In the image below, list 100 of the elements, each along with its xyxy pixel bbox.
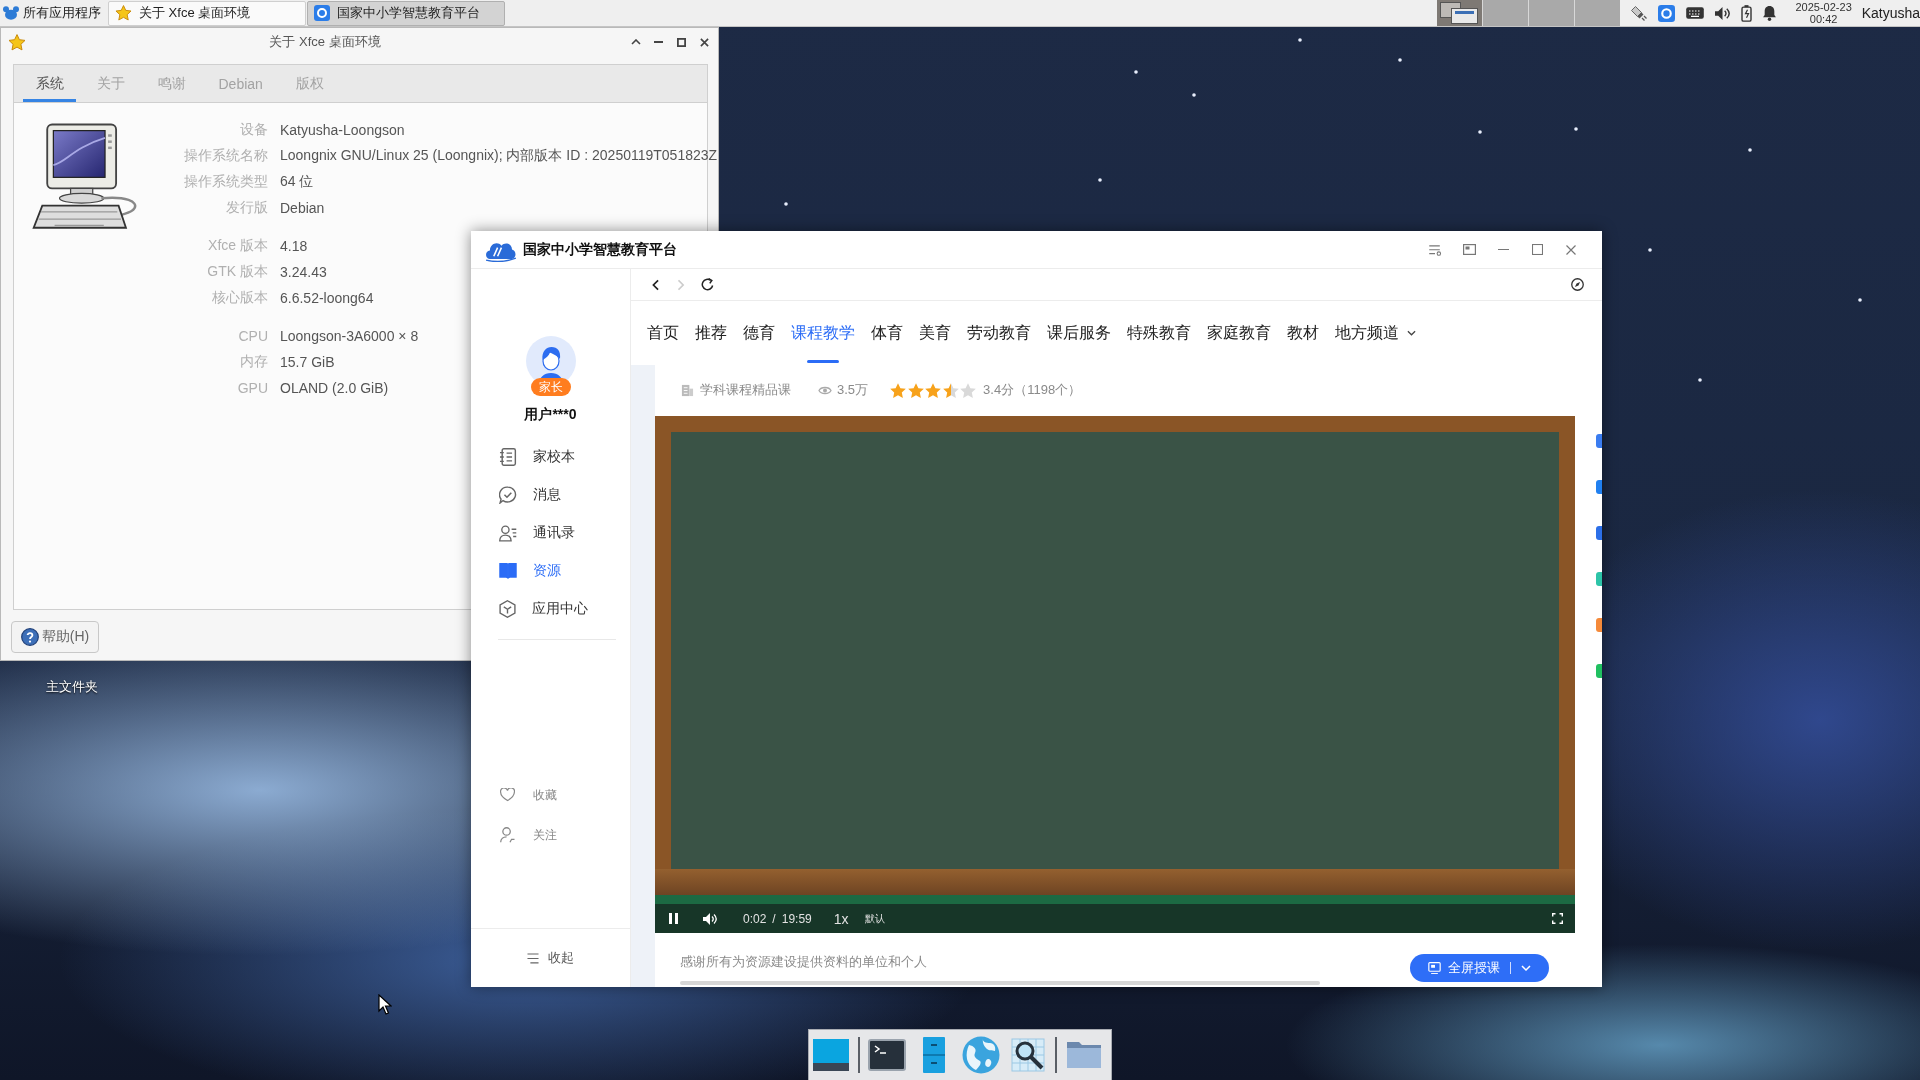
window-title: 关于 Xfce 桌面环境 [269, 33, 381, 51]
fullscreen-icon [1552, 913, 1563, 924]
mouse-pointer-icon [378, 994, 392, 1015]
sidebar-item[interactable]: 资源 [499, 552, 561, 590]
star-dot-icon [1574, 127, 1578, 131]
sidebar-item[interactable]: 家校本 [499, 438, 575, 476]
nav-tab[interactable]: 课后服务 [1047, 301, 1111, 365]
field-label: 内存 [240, 353, 268, 371]
tab[interactable]: 系统 [23, 65, 76, 102]
nav-tab[interactable]: 课程教学 [791, 301, 855, 365]
nav-tab[interactable]: 地方频道 [1335, 301, 1416, 365]
credit-text: 感谢所有为资源建设提供资料的单位和个人 [680, 953, 927, 971]
building-icon [681, 383, 694, 397]
keyboard-icon [1685, 7, 1704, 19]
course-category: 学科课程精品课 [700, 381, 791, 399]
fullscreen-teach-button[interactable]: 全屏授课 [1410, 954, 1549, 982]
applications-menu-button[interactable]: 所有应用程序 [0, 0, 105, 26]
heart-icon [500, 788, 515, 802]
desktop-item-label[interactable]: 主文件夹 [46, 679, 98, 695]
field-value: Katyusha-Loongson [280, 122, 405, 138]
nav-tab[interactable]: 教材 [1287, 301, 1319, 365]
sidebar-link[interactable]: 关注 [500, 815, 557, 855]
taskbar-button[interactable]: 国家中小学智慧教育平台 [307, 0, 505, 26]
current-time: 0:02 [743, 911, 767, 926]
field-label: GPU [237, 380, 268, 396]
launcher-button[interactable] [1008, 1035, 1048, 1075]
compass-icon [1570, 278, 1584, 291]
bell-icon [1762, 5, 1776, 21]
chat-check-icon [499, 486, 517, 504]
maximize-icon [677, 37, 686, 47]
workspace-button[interactable] [1436, 0, 1482, 26]
field-value: Loongnix GNU/Linux 25 (Loongnix); 内部版本 ID : 20250119T051823Z [280, 147, 718, 165]
nav-tab[interactable]: 特殊教育 [1127, 301, 1191, 365]
speaker-icon [703, 911, 717, 926]
field-value: OLAND (2.0 GiB) [280, 380, 389, 396]
nav-tab[interactable]: 德育 [743, 301, 775, 365]
duration: 19:59 [781, 911, 812, 926]
caret-down-icon [1407, 330, 1416, 336]
help-button[interactable]: 帮助(H) [11, 621, 99, 653]
star-icon [907, 382, 924, 398]
field-label: 操作系统名称 [184, 147, 268, 165]
star-dot-icon [1648, 248, 1652, 252]
sidebar-item[interactable]: 通讯录 [499, 514, 575, 552]
rating-text: 3.4分（1198个） [983, 381, 1082, 399]
sidebar-item[interactable]: 消息 [499, 476, 561, 514]
eye-icon [818, 385, 832, 395]
tool-icon[interactable] [1596, 664, 1602, 678]
star-icon [942, 382, 959, 398]
tool-icon[interactable] [1596, 480, 1602, 494]
speed-button[interactable]: 1x [833, 908, 849, 929]
nav-tab[interactable]: 家庭教育 [1207, 301, 1271, 365]
notebook-icon [499, 448, 517, 466]
horizontal-scrollbar[interactable] [680, 981, 1320, 985]
cube-icon [499, 600, 516, 618]
sidebar-link[interactable]: 收藏 [500, 775, 557, 815]
field-value: 3.24.43 [280, 264, 327, 280]
user-name: 用户***0 [524, 405, 577, 424]
nav-tab[interactable]: 美育 [919, 301, 951, 365]
folder-icon [1066, 1041, 1102, 1069]
star-icon [8, 33, 26, 51]
star-dot-icon [1858, 298, 1862, 302]
star-dot-icon [1098, 178, 1102, 182]
tool-icon[interactable] [1596, 526, 1602, 540]
nav-tab[interactable]: 首页 [647, 301, 679, 365]
battery-icon [1740, 4, 1752, 22]
tool-icon[interactable] [1596, 618, 1602, 632]
close-icon [700, 37, 709, 47]
field-label: CPU [238, 328, 268, 344]
screen-icon [1428, 962, 1441, 974]
tool-icon[interactable] [1596, 434, 1602, 448]
field-label: 核心版本 [212, 289, 268, 307]
field-value: 15.7 GiB [280, 354, 335, 370]
app-icon [1657, 4, 1675, 22]
nav-tab[interactable]: 体育 [871, 301, 903, 365]
caret-down-icon [1521, 965, 1531, 971]
star-dot-icon [784, 202, 788, 206]
pause-icon [669, 913, 678, 924]
field-label: 发行版 [226, 199, 268, 217]
taskbar-button[interactable]: 关于 Xfce 桌面环境 [108, 0, 306, 26]
sidebar-item[interactable]: 应用中心 [499, 590, 588, 628]
app-title: 国家中小学智慧教育平台 [523, 240, 677, 259]
nav-tab[interactable]: 劳动教育 [967, 301, 1031, 365]
collapse-button[interactable]: 收起 [527, 949, 574, 967]
quality-button[interactable]: 默认 [864, 908, 885, 929]
help-icon [20, 628, 39, 646]
plug-icon [1629, 4, 1647, 22]
terminal-icon [868, 1039, 906, 1071]
nav-tab[interactable]: 推荐 [695, 301, 727, 365]
field-value: Loongson-3A6000 × 8 [280, 328, 419, 344]
star-dot-icon [1478, 130, 1482, 134]
field-value: 64 位 [280, 173, 314, 191]
star-icon [925, 382, 942, 398]
speaker-icon [1714, 5, 1730, 21]
time-separator: / [772, 911, 776, 926]
star-dot-icon [1748, 148, 1752, 152]
star-dot-icon [1134, 70, 1138, 74]
role-badge: 家长 [530, 378, 571, 396]
star-icon [115, 5, 132, 21]
view-count: 3.5万 [837, 381, 869, 399]
star-icon [890, 382, 907, 398]
